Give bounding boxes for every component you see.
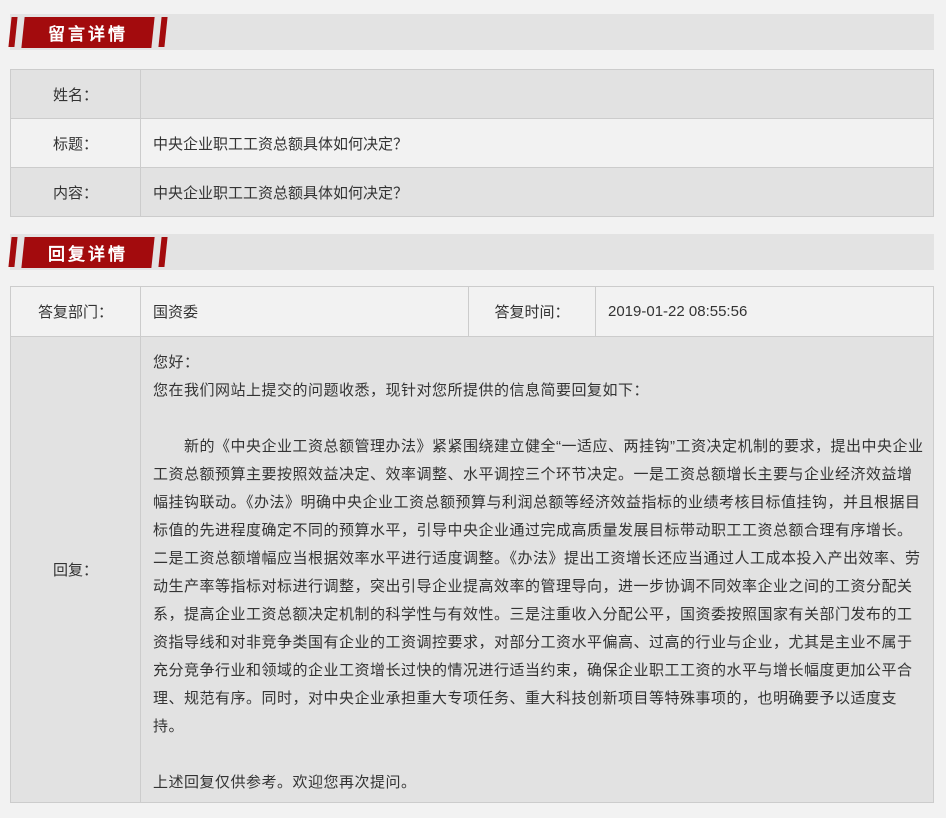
content-label: 内容： xyxy=(11,168,141,217)
left-accent-bar-icon xyxy=(8,237,17,267)
reply-content-cell: 您好： 您在我们网站上提交的问题收悉，现针对您所提供的信息简要回复如下： 新的《… xyxy=(141,337,934,803)
message-section-title: 留言详情 xyxy=(48,20,128,45)
reply-label: 回复： xyxy=(11,337,141,803)
right-accent-bar-icon xyxy=(158,17,167,47)
table-row: 姓名： xyxy=(11,70,934,119)
reply-text: 您好： 您在我们网站上提交的问题收悉，现针对您所提供的信息简要回复如下： 新的《… xyxy=(153,349,925,797)
subject-value: 中央企业职工工资总额具体如何决定？ xyxy=(141,119,934,168)
reply-department-label: 答复部门： xyxy=(11,287,141,337)
name-label: 姓名： xyxy=(11,70,141,119)
right-accent-bar-icon xyxy=(158,237,167,267)
reply-details-table: 答复部门： 国资委 答复时间： 2019-01-22 08:55:56 回复： … xyxy=(10,286,934,803)
table-row: 标题： 中央企业职工工资总额具体如何决定？ xyxy=(11,119,934,168)
table-row: 内容： 中央企业职工工资总额具体如何决定？ xyxy=(11,168,934,217)
name-value xyxy=(141,70,934,119)
left-accent-bar-icon xyxy=(8,17,17,47)
reply-section-title: 回复详情 xyxy=(48,240,128,265)
table-row: 回复： 您好： 您在我们网站上提交的问题收悉，现针对您所提供的信息简要回复如下：… xyxy=(11,337,934,803)
table-row: 答复部门： 国资委 答复时间： 2019-01-22 08:55:56 xyxy=(11,287,934,337)
reply-department-value: 国资委 xyxy=(141,287,469,337)
subject-label: 标题： xyxy=(11,119,141,168)
reply-time-value: 2019-01-22 08:55:56 xyxy=(596,287,934,337)
message-section-title-box: 留言详情 xyxy=(21,17,154,48)
reply-section-title-box: 回复详情 xyxy=(21,237,154,268)
message-details-table: 姓名： 标题： 中央企业职工工资总额具体如何决定？ 内容： 中央企业职工工资总额… xyxy=(10,69,934,217)
reply-section-header: 回复详情 xyxy=(10,234,934,270)
reply-time-label: 答复时间： xyxy=(469,287,596,337)
message-section-header: 留言详情 xyxy=(10,14,934,50)
content-value: 中央企业职工工资总额具体如何决定？ xyxy=(141,168,934,217)
